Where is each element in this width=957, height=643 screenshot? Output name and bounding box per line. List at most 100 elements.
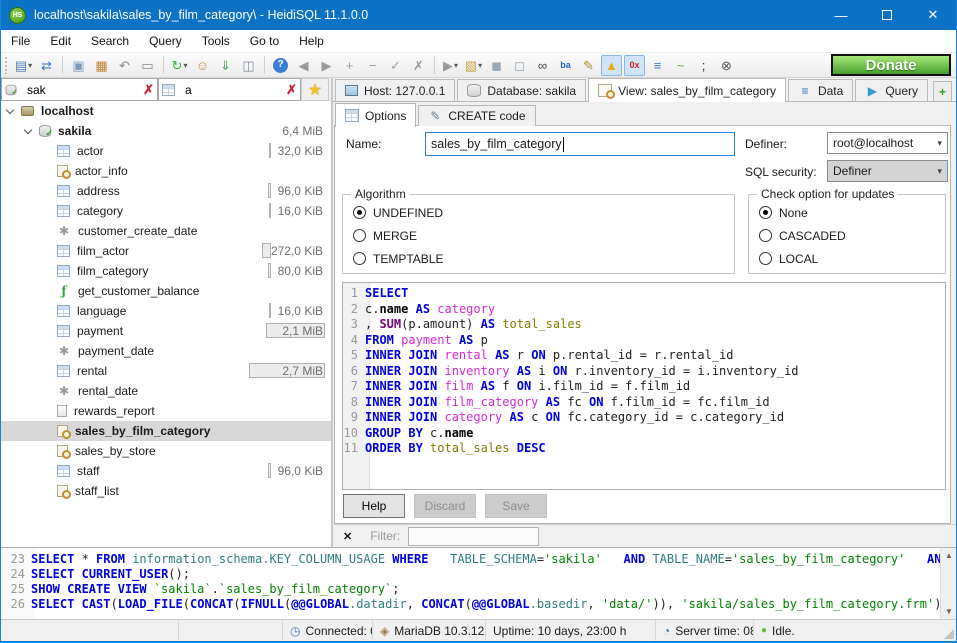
undo-icon[interactable]: ↶ [114,55,135,76]
menu-file[interactable]: File [1,30,40,53]
tree-item-rental-date[interactable]: ✱rental_date [1,381,331,401]
tree-item-film-category[interactable]: film_category80,0 KiB [1,261,331,281]
sql-editor[interactable]: 1SELECT2c.name AS category3, SUM(p.amoun… [342,282,946,490]
radio-option-undefined[interactable]: UNDEFINED [343,201,734,224]
copy-glyph: ▣ [72,59,84,72]
refresh-icon[interactable]: ↻▾ [169,55,190,76]
maximize-button[interactable] [864,0,910,30]
clear-filter-icon[interactable]: ✗ [286,82,297,98]
radio-option-cascaded[interactable]: CASCADED [749,224,945,247]
clear-filter-icon[interactable]: ✗ [143,82,154,98]
filter-input[interactable] [408,527,539,546]
tree-item-sales-by-store[interactable]: sales_by_store [1,441,331,461]
tree-item-language[interactable]: language16,0 KiB [1,301,331,321]
radio-option-none[interactable]: None [749,201,945,224]
cancel-editing-icon[interactable]: ✗ [408,55,429,76]
table-filter-input[interactable]: a ✗ [158,78,301,101]
tree-item-customer-create-date[interactable]: ✱customer_create_date [1,221,331,241]
session-manager-icon[interactable]: ▤▾ [13,55,34,76]
highlight-errors-icon[interactable]: ▲ [601,55,622,76]
save-button[interactable]: Save [485,494,547,518]
tab-create-code[interactable]: ✎CREATE code [418,105,535,126]
discard-button[interactable]: Discard [414,494,476,518]
tab-options[interactable]: Options [335,103,416,127]
export-rows-icon[interactable]: ⇓ [215,55,236,76]
tab-host-127-0-0-1[interactable]: Host: 127.0.0.1 [335,79,455,101]
radio-option-local[interactable]: LOCAL [749,247,945,270]
run-sql-icon[interactable]: ▶▾ [440,55,461,76]
tab-database-sakila[interactable]: Database: sakila [457,79,586,101]
menu-tools[interactable]: Tools [192,30,240,53]
semicolon-icon[interactable]: ; [693,55,714,76]
post-changes-icon[interactable]: ✓ [385,55,406,76]
help-icon[interactable]: ? [270,55,291,76]
tab-data[interactable]: ≡Data [788,79,853,101]
tree-item-staff-list[interactable]: staff_list [1,481,331,501]
menu-query[interactable]: Query [139,30,192,53]
scroll-up-icon[interactable]: ▲ [941,548,957,563]
save-sql-as-icon[interactable]: ◻ [509,55,530,76]
expand-chevron-icon[interactable] [24,125,32,133]
tree-item-sales-by-film-category[interactable]: sales_by_film_category [1,421,331,441]
minimize-button[interactable]: — [818,0,864,30]
print-icon[interactable]: ▭ [137,55,158,76]
row-insert-icon[interactable]: + [339,55,360,76]
paste-icon[interactable]: ▦ [91,55,112,76]
tree-item-rental[interactable]: rental2,7 MiB [1,361,331,381]
proc-icon: ✱ [57,345,71,358]
menu-go-to[interactable]: Go to [240,30,289,53]
sql-log-panel[interactable]: 23SELECT * FROM information_schema.KEY_C… [1,547,942,619]
tree-item-get-customer-balance[interactable]: ƒget_customer_balance [1,281,331,301]
tree-item-rewards-report[interactable]: rewards_report [1,401,331,421]
radio-option-temptable[interactable]: TEMPTABLE [343,247,734,270]
go-last-icon[interactable]: ▶ [316,55,337,76]
user-manager-icon[interactable]: ☺ [192,55,213,76]
resize-grip[interactable] [944,629,954,639]
menu-search[interactable]: Search [81,30,139,53]
beautify-sql-icon[interactable]: ✎ [578,55,599,76]
tree-item-payment[interactable]: payment2,1 MiB [1,321,331,341]
bind-params-icon[interactable]: ~ [670,55,691,76]
row-delete-icon[interactable]: − [362,55,383,76]
tree-item-payment-date[interactable]: ✱payment_date [1,341,331,361]
menu-help[interactable]: Help [289,30,334,53]
tree-item-actor[interactable]: actor32,0 KiB [1,141,331,161]
help-button[interactable]: Help [343,494,405,518]
view-name-input[interactable]: sales_by_film_category [425,132,735,156]
stop-query-icon[interactable]: ⊗ [716,55,737,76]
sql-security-combobox[interactable]: Definer ▾ [827,160,948,182]
expand-chevron-icon[interactable] [6,105,14,113]
close-icon[interactable]: ✕ [343,530,352,543]
undo-glyph: ↶ [119,59,130,72]
copy-icon[interactable]: ▣ [68,55,89,76]
save-snippet-icon[interactable]: ◫ [238,55,259,76]
tree-item-actor-info[interactable]: actor_info [1,161,331,181]
log-scrollbar[interactable]: ▲ ▼ [940,547,956,619]
donate-button[interactable]: Donate [831,54,951,76]
tree-item-sakila[interactable]: sakila6,4 MiB [1,121,331,141]
tree-item-localhost[interactable]: localhost [1,101,331,121]
replace-text-icon[interactable]: ba [555,55,576,76]
scroll-down-icon[interactable]: ▼ [941,604,957,619]
menu-edit[interactable]: Edit [40,30,81,53]
find-text-icon[interactable]: ∞ [532,55,553,76]
load-sql-file-icon[interactable]: ▧▾ [463,55,484,76]
disconnect-icon[interactable]: ⇄ [36,55,57,76]
hex-view-icon[interactable]: 0x [624,55,645,76]
favorites-star-icon[interactable]: ★ [301,78,329,101]
tab-query[interactable]: ▶Query [855,79,928,101]
tree-item-category[interactable]: category16,0 KiB [1,201,331,221]
go-first-icon[interactable]: ◀ [293,55,314,76]
save-sql-icon[interactable]: ◼ [486,55,507,76]
definer-combobox[interactable]: root@localhost ▾ [827,132,948,154]
radio-option-merge[interactable]: MERGE [343,224,734,247]
tab-view-sales-by-film-category[interactable]: View: sales_by_film_category [588,78,786,102]
add-tab-icon[interactable]: + [933,81,952,101]
tree-item-film-actor[interactable]: film_actor272,0 KiB [1,241,331,261]
tree-item-staff[interactable]: staff96,0 KiB [1,461,331,481]
close-button[interactable]: ✕ [910,0,956,30]
indent-icon[interactable]: ≡ [647,55,668,76]
save-sql-as-glyph: ◻ [514,59,525,72]
tree-item-address[interactable]: address96,0 KiB [1,181,331,201]
database-filter-input[interactable]: sak ✗ [1,78,158,101]
